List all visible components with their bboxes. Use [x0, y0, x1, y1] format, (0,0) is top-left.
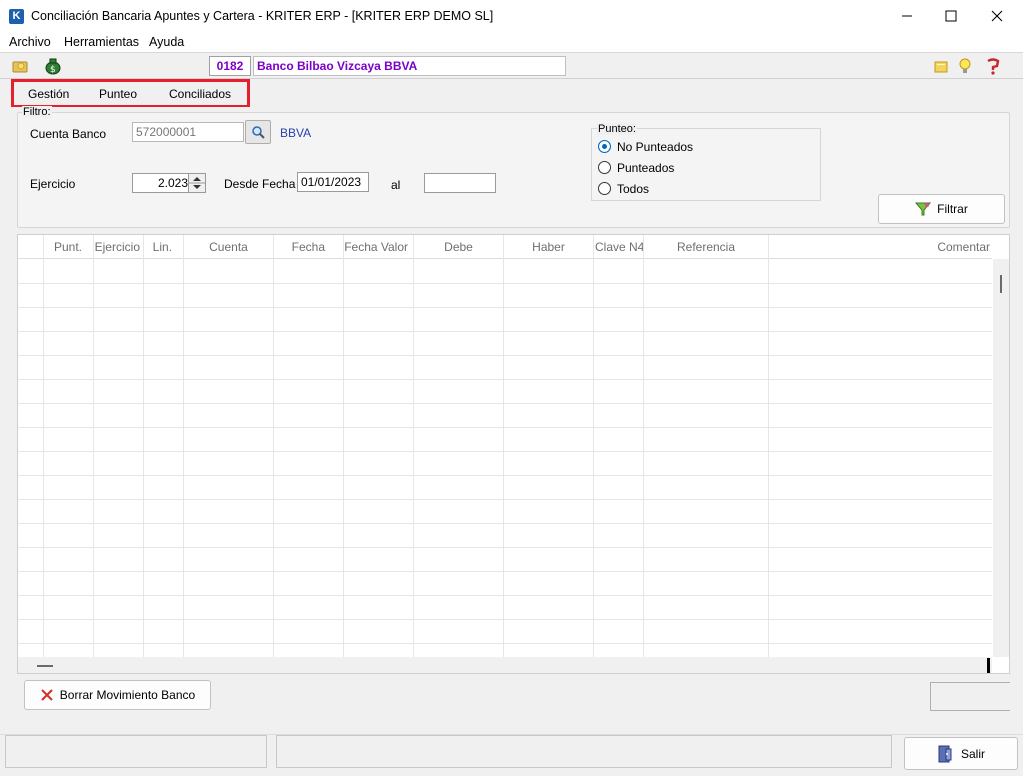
info-box: [930, 682, 1010, 711]
spin-arrows-icon: [189, 177, 205, 189]
status-panel-left: [5, 735, 267, 768]
grid-row-line: [18, 331, 992, 332]
grid-column-line: [143, 235, 144, 657]
col-header-lin[interactable]: Lin.: [144, 235, 184, 259]
search-button[interactable]: [245, 120, 271, 144]
al-label: al: [391, 178, 401, 192]
grid-row-line: [18, 547, 992, 548]
col-header-clave-n43[interactable]: Clave N43: [594, 235, 644, 259]
grid-row-line: [18, 307, 992, 308]
grid-row-line: [18, 619, 992, 620]
grid-column-line: [273, 235, 274, 657]
borrar-movimiento-label: Borrar Movimiento Banco: [59, 688, 196, 702]
minimize-icon: [902, 15, 912, 17]
salir-button[interactable]: Salir: [904, 737, 1018, 770]
grid-column-line: [183, 235, 184, 657]
status-panel-middle: [276, 735, 892, 768]
folder-star-icon[interactable]: [12, 58, 29, 77]
help-icon[interactable]: [985, 58, 1002, 78]
cuenta-banco-label: Cuenta Banco: [30, 127, 107, 141]
grid-column-line: [503, 235, 504, 657]
grid-vertical-scroll-thumb[interactable]: [1000, 275, 1002, 293]
grid-row-line: [18, 523, 992, 524]
salir-label: Salir: [960, 746, 985, 761]
desde-fecha-label: Desde Fecha: [224, 177, 296, 191]
col-header-punt[interactable]: Punt.: [44, 235, 94, 259]
grid-column-line: [413, 235, 414, 657]
grid-row-line: [18, 403, 992, 404]
borrar-movimiento-button[interactable]: Borrar Movimiento Banco: [24, 680, 211, 710]
grid-vertical-scrollbar[interactable]: [993, 259, 1009, 657]
window-title: Conciliación Bancaria Apuntes y Cartera …: [31, 9, 494, 23]
grid-row-line: [18, 283, 992, 284]
grid-column-line: [343, 235, 344, 657]
money-bag-icon[interactable]: $: [44, 57, 62, 78]
hasta-fecha-input[interactable]: [424, 173, 496, 193]
col-header-fecha[interactable]: Fecha: [274, 235, 344, 259]
grid-row-line: [18, 499, 992, 500]
filtrar-label: Filtrar: [937, 202, 968, 216]
grid-row-line: [18, 595, 992, 596]
radio-punteados[interactable]: [598, 161, 611, 174]
ejercicio-input[interactable]: 2.023: [132, 173, 194, 193]
desde-fecha-input[interactable]: 01/01/2023: [297, 172, 369, 192]
lightbulb-icon[interactable]: [958, 58, 972, 78]
movements-grid[interactable]: Punt. Ejercicio Lin. Cuenta Fecha Fecha …: [17, 234, 1010, 674]
col-header-referencia[interactable]: Referencia: [644, 235, 769, 259]
ejercicio-spinner[interactable]: [188, 173, 206, 193]
radio-no-punteados-label[interactable]: No Punteados: [617, 140, 693, 154]
col-header-cuenta[interactable]: Cuenta: [184, 235, 274, 259]
filter-funnel-icon: [915, 202, 932, 216]
filter-legend: Filtro:: [22, 106, 52, 118]
col-header-comentario[interactable]: Comentar: [769, 235, 992, 259]
tabs-highlight-box: [11, 79, 250, 108]
close-icon: [991, 10, 1003, 22]
grid-row-line: [18, 451, 992, 452]
bank-code-field: 0182: [209, 56, 251, 76]
grid-row-line: [18, 571, 992, 572]
col-header-haber[interactable]: Haber: [504, 235, 594, 259]
punteo-legend: Punteo:: [597, 123, 637, 135]
radio-no-punteados[interactable]: [598, 140, 611, 153]
grid-column-line: [93, 235, 94, 657]
menu-archivo[interactable]: Archivo: [9, 35, 51, 49]
ejercicio-label: Ejercicio: [30, 177, 76, 191]
grid-scroll-end-marker: [987, 658, 990, 673]
cuenta-banco-input[interactable]: 572000001: [132, 122, 244, 142]
filtrar-button[interactable]: Filtrar: [878, 194, 1005, 224]
grid-row-line: [18, 643, 992, 644]
radio-todos-label[interactable]: Todos: [617, 182, 649, 196]
grid-row-line: [18, 475, 992, 476]
col-header-fecha-valor[interactable]: Fecha Valor: [344, 235, 414, 259]
menu-herramientas[interactable]: Herramientas: [64, 35, 139, 49]
minimize-button[interactable]: [884, 0, 930, 32]
grid-column-line: [43, 235, 44, 657]
grid-row-line: [18, 355, 992, 356]
col-header-indicator[interactable]: [18, 235, 44, 259]
exit-door-icon: [938, 745, 952, 762]
close-button[interactable]: [974, 0, 1020, 32]
grid-horizontal-scroll-thumb[interactable]: [37, 665, 53, 667]
search-icon: [252, 126, 265, 139]
radio-punteados-label[interactable]: Punteados: [617, 161, 674, 175]
grid-column-line: [768, 235, 769, 657]
grid-horizontal-scrollbar[interactable]: [18, 657, 992, 673]
bank-short-name: BBVA: [280, 126, 312, 140]
app-icon: K: [9, 9, 24, 24]
delete-x-icon: [41, 689, 53, 701]
grid-row-line: [18, 379, 992, 380]
col-header-debe[interactable]: Debe: [414, 235, 504, 259]
grid-header: Punt. Ejercicio Lin. Cuenta Fecha Fecha …: [18, 235, 992, 259]
svg-text:$: $: [50, 65, 56, 75]
maximize-button[interactable]: [928, 0, 974, 32]
radio-todos[interactable]: [598, 182, 611, 195]
maximize-icon: [945, 10, 957, 22]
grid-column-line: [643, 235, 644, 657]
grid-column-line: [593, 235, 594, 657]
grid-row-line: [18, 427, 992, 428]
note-icon[interactable]: [934, 60, 948, 76]
bank-name-field: Banco Bilbao Vizcaya BBVA: [253, 56, 566, 76]
menu-ayuda[interactable]: Ayuda: [149, 35, 184, 49]
col-header-ejercicio[interactable]: Ejercicio: [94, 235, 144, 259]
